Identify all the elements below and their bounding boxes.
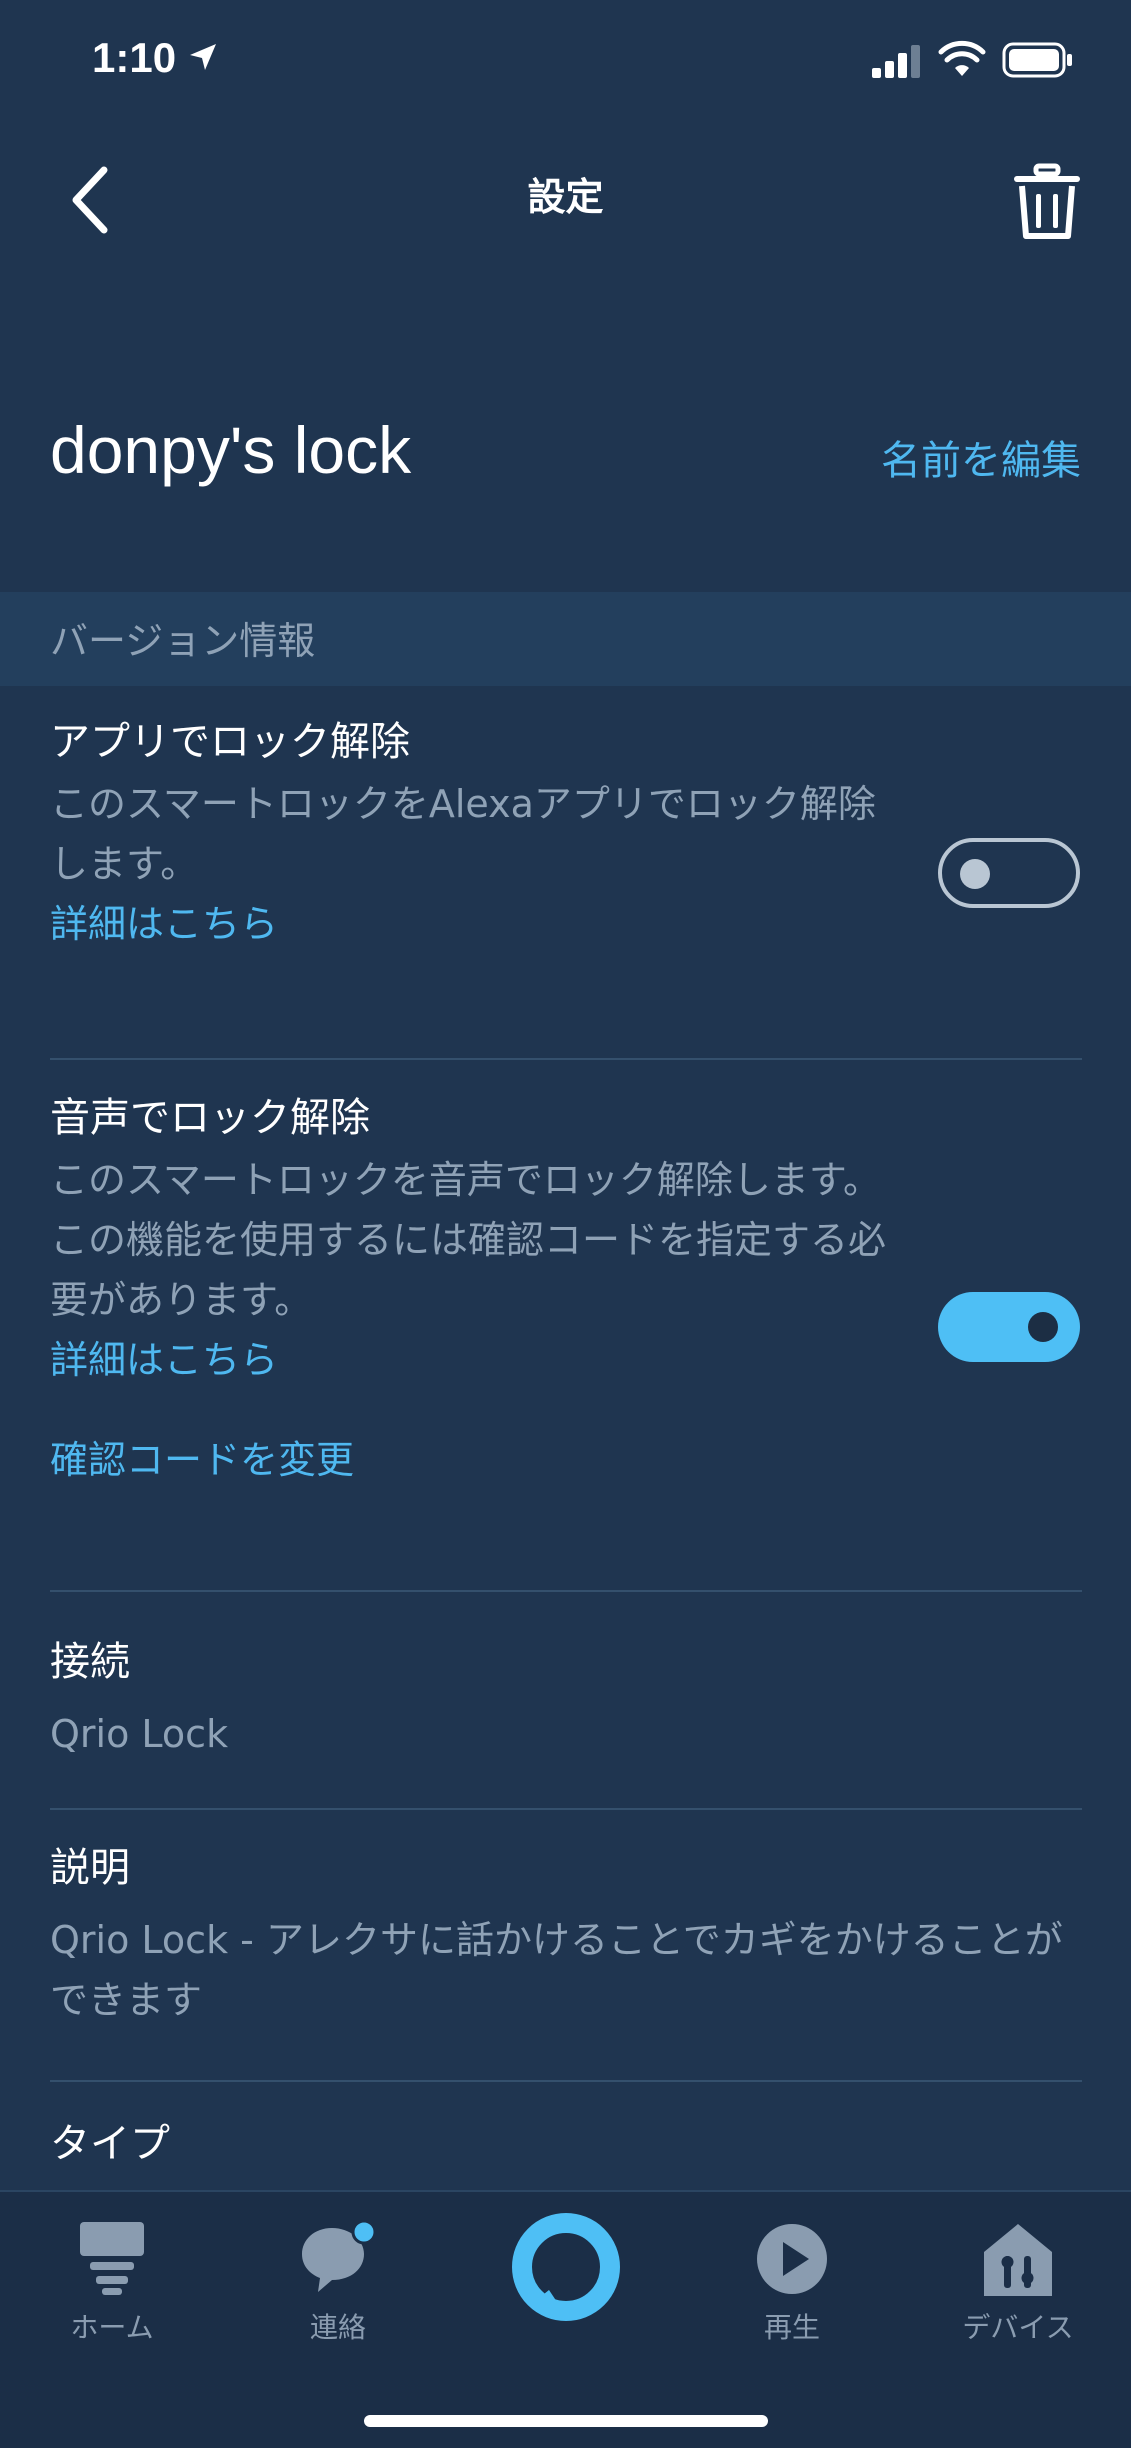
toggle-knob [1028,1312,1058,1342]
description-item: 説明 Qrio Lock - アレクサに話かけることでカギをかけることができます [50,1838,1082,2030]
tab-home[interactable]: ホーム [22,2192,202,2362]
tab-devices-label: デバイス [962,2311,1074,2344]
battery-icon [1002,42,1072,78]
app-unlock-setting: アプリでロック解除 このスマートロックをAlexaアプリでロック解除します。 詳… [50,712,1082,954]
divider [50,1590,1082,1592]
app-unlock-toggle[interactable] [938,838,1080,908]
device-name: donpy's lock [50,413,412,487]
play-icon [757,2224,827,2294]
app-unlock-details-link[interactable]: 詳細はこちら [50,894,1082,954]
home-indicator[interactable] [364,2415,768,2427]
description-title: 説明 [50,1845,130,1891]
voice-unlock-setting: 音声でロック解除 このスマートロックを音声でロック解除します。この機能を使用する… [50,1088,1082,1490]
connection-value: Qrio Lock [50,1712,229,1756]
voice-unlock-toggle[interactable] [938,1292,1080,1362]
app-unlock-title: アプリでロック解除 [50,719,410,765]
chat-bubble-icon [302,2222,377,2292]
page-title: 設定 [527,175,604,219]
devices-house-icon [984,2224,1052,2296]
trash-icon[interactable] [1010,162,1084,242]
connection-title: 接続 [50,1639,130,1685]
voice-unlock-title: 音声でロック解除 [50,1095,370,1141]
divider [50,1808,1082,1810]
settings-screen: 1:10 設定 donpy's lock 名前を編集 バージョン情報 アプリでロ… [0,0,1131,2448]
tab-communicate[interactable]: 連絡 [248,2192,428,2362]
tab-home-label: ホーム [70,2311,154,2344]
tab-play-label: 再生 [763,2311,820,2344]
tab-communicate-label: 連絡 [309,2311,366,2344]
edit-name-link[interactable]: 名前を編集 [881,428,1081,486]
status-bar: 1:10 [0,0,1131,120]
voice-unlock-details-link[interactable]: 詳細はこちら [50,1330,1082,1390]
divider [50,1058,1082,1060]
change-code-link[interactable]: 確認コードを変更 [50,1430,1082,1490]
bottom-tab-bar: ホーム 連絡 再生 デバイス [0,2190,1131,2448]
tab-devices[interactable]: デバイス [928,2192,1108,2362]
description-value: Qrio Lock - アレクサに話かけることでカギをかけることができます [50,1918,1063,2022]
version-info-section[interactable]: バージョン情報 [0,592,1131,686]
connection-item: 接続 Qrio Lock [50,1632,1082,1764]
version-info-label: バージョン情報 [50,619,316,663]
type-item: タイプ [50,2114,1082,2174]
voice-unlock-description: このスマートロックを音声でロック解除します。この機能を使用するには確認コードを指… [50,1158,887,1322]
type-title: タイプ [50,2121,170,2167]
app-unlock-description: このスマートロックをAlexaアプリでロック解除します。 [50,782,876,886]
toggle-knob [960,859,990,889]
home-icon [80,2222,144,2295]
divider [50,2080,1082,2082]
tab-play[interactable]: 再生 [702,2192,882,2362]
alexa-ring-icon[interactable] [509,2210,623,2324]
wifi-icon [938,40,986,76]
status-time: 1:10 [92,34,177,81]
location-arrow-icon [190,44,216,70]
cellular-signal-icon [872,45,920,78]
